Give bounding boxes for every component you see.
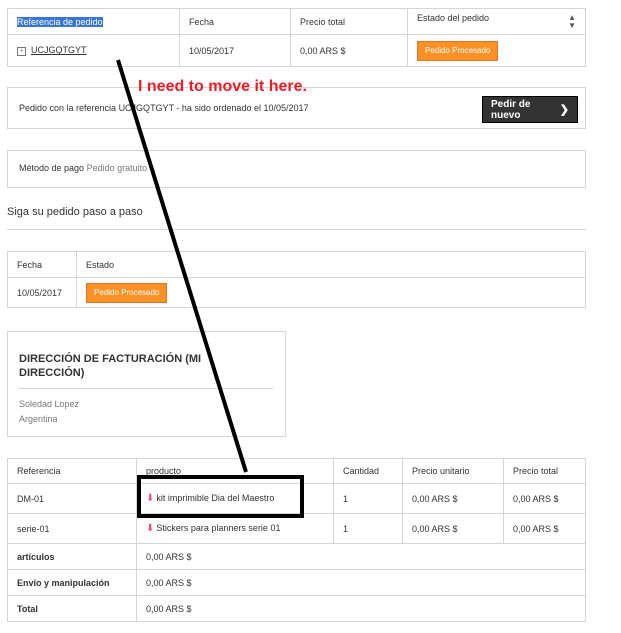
sort-arrows-icon[interactable]: ▲ ▼ [568, 14, 576, 30]
products-header-total-price: Precio total [503, 458, 586, 484]
summary-label: artículos [7, 543, 137, 570]
product-unit-price: 0,00 ARS $ [402, 513, 504, 544]
summary-value: 0,00 ARS $ [136, 569, 586, 596]
product-name-cell: ⬇ kit imprimible Dia del Maestro [136, 483, 334, 514]
col-header-reference-label: Referencia de pedido [17, 16, 103, 27]
products-header-unit-price: Precio unitario [402, 458, 504, 484]
status-badge: Pedido Procesado [417, 40, 499, 61]
plus-square-icon[interactable]: + [17, 46, 26, 56]
billing-name: Soledad Lopez [19, 399, 80, 409]
col-header-date-label: Fecha [189, 16, 215, 27]
summary-value: 0,00 ARS $ [136, 595, 586, 622]
payment-value: Pedido gratuito [86, 163, 148, 173]
summary-label: Envío y manipulación [7, 569, 137, 596]
product-ref: DM-01 [7, 483, 137, 514]
payment-row: Método de pago Pedido gratuito [19, 163, 147, 173]
reorder-button-label: Pedir de nuevo [491, 98, 531, 121]
order-total: 0,00 ARS $ [290, 34, 408, 67]
product-total-price: 0,00 ARS $ [503, 483, 586, 514]
col-header-reference[interactable]: Referencia de pedido [7, 8, 180, 35]
history-date: 10/05/2017 [7, 277, 77, 308]
download-arrow-icon[interactable]: ⬇ [146, 493, 154, 504]
orders-table: Referencia de pedido Fecha Precio total … [7, 8, 586, 67]
history-header-date: Fecha [7, 251, 77, 278]
summary-value: 0,00 ARS $ [136, 543, 586, 570]
col-header-total-label: Precio total [300, 16, 346, 27]
summary-row: Total 0,00 ARS $ [7, 595, 586, 622]
product-ref: serie-01 [7, 513, 137, 544]
history-header-status: Estado [76, 251, 586, 278]
col-header-status-label: Estado del pedido [417, 13, 490, 23]
product-qty: 1 [333, 483, 403, 514]
product-unit-price: 0,00 ARS $ [402, 483, 504, 514]
order-reference-link[interactable]: UCJGQTGYT [31, 45, 87, 55]
divider [19, 388, 273, 389]
product-name-cell: ⬇ Stickers para planners serie 01 [136, 513, 334, 544]
products-table: Referencia producto Cantidad Precio unit… [7, 458, 586, 622]
billing-address-title: DIRECCIÓN DE FACTURACIÓN (MI DIRECCIÓN) [19, 353, 202, 379]
product-name[interactable]: kit imprimible Dia del Maestro [156, 493, 274, 503]
products-header-quantity: Cantidad [333, 458, 403, 484]
payment-label: Método de pago [19, 163, 85, 173]
annotation-text: I need to move it here. [138, 78, 307, 95]
products-header-reference: Referencia [7, 458, 137, 484]
product-qty: 1 [333, 513, 403, 544]
status-badge: Pedido Procesado [86, 282, 168, 303]
products-header-product: producto [136, 458, 334, 484]
summary-row: Envío y manipulación 0,00 ARS $ [7, 569, 586, 596]
chevron-right-icon: ❯ [559, 104, 569, 116]
table-row: + UCJGQTGYT 10/05/2017 0,00 ARS $ Pedido … [7, 34, 586, 67]
reorder-message: Pedido con la referencia UCJGQTGYT - ha … [19, 103, 309, 113]
order-status-cell: Pedido Procesado [407, 34, 586, 67]
billing-country: Argentina [19, 414, 58, 424]
status-history-table: Fecha Estado 10/05/2017 Pedido Procesado [7, 251, 586, 308]
order-reference-cell: + UCJGQTGYT [7, 34, 180, 67]
product-name[interactable]: Stickers para planners serie 01 [156, 523, 280, 533]
order-date: 10/05/2017 [179, 34, 291, 67]
col-header-status[interactable]: Estado del pedido ▲ ▼ [407, 8, 586, 35]
summary-label: Total [7, 595, 137, 622]
divider [7, 229, 586, 230]
summary-row: artículos 0,00 ARS $ [7, 543, 586, 570]
product-total-price: 0,00 ARS $ [503, 513, 586, 544]
follow-section-title: Siga su pedido paso a paso [7, 206, 143, 218]
billing-address-box: DIRECCIÓN DE FACTURACIÓN (MI DIRECCIÓN) … [7, 331, 286, 437]
payment-panel: Método de pago Pedido gratuito [7, 150, 586, 188]
col-header-total[interactable]: Precio total [290, 8, 408, 35]
table-row: DM-01 ⬇ kit imprimible Dia del Maestro 1 … [7, 483, 586, 514]
history-status-cell: Pedido Procesado [76, 277, 586, 308]
col-header-date[interactable]: Fecha [179, 8, 291, 35]
table-row: 10/05/2017 Pedido Procesado [7, 277, 586, 308]
table-row: serie-01 ⬇ Stickers para planners serie 0… [7, 513, 586, 544]
download-arrow-icon[interactable]: ⬇ [146, 523, 154, 534]
reorder-button[interactable]: Pedir de nuevo ❯ [482, 96, 578, 123]
